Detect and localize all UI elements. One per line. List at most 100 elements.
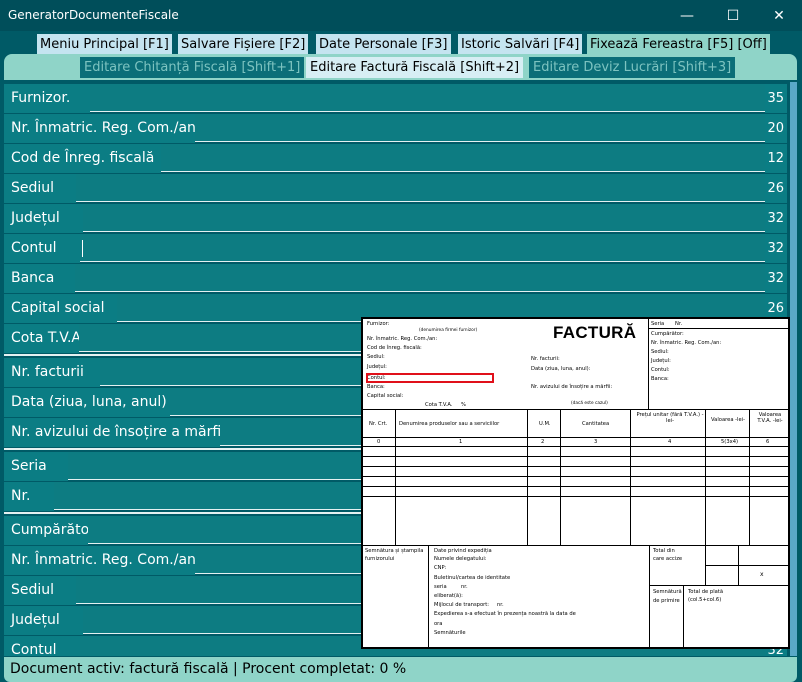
- active-field-highlight: [366, 373, 494, 383]
- close-button[interactable]: ✕: [756, 0, 802, 31]
- footer-divider: [705, 545, 706, 585]
- tab-receipt[interactable]: Editare Chitanță Fiscală [Shift+1]: [80, 57, 305, 78]
- form-row: Județul 32: [4, 204, 787, 234]
- preview-text: Nr.: [675, 321, 683, 327]
- vertical-scrollbar[interactable]: [790, 82, 797, 656]
- table-line: [363, 476, 788, 477]
- preview-text: CNP:: [434, 565, 447, 571]
- field-label: Furnizor.: [4, 84, 90, 113]
- preview-text: (col.5+col.6): [688, 597, 722, 603]
- preview-text: Nr. facturii:: [531, 356, 560, 362]
- preview-text: Total de plată: [688, 589, 724, 595]
- supplier-account-input[interactable]: [80, 234, 765, 262]
- preview-text: Buletinul/cartea de identitate: [434, 575, 511, 581]
- supplier-fiscal-code-input[interactable]: [161, 144, 765, 172]
- table-column-line: [705, 409, 706, 545]
- column-number: 0: [377, 439, 381, 445]
- footer-divider: [705, 565, 788, 566]
- column-header: Valoarea -lei-: [711, 417, 745, 423]
- supplier-input[interactable]: [90, 84, 765, 112]
- supplier-address-input[interactable]: [76, 174, 765, 202]
- preview-text: Banca:: [367, 384, 385, 390]
- char-counter: 20: [765, 114, 787, 143]
- document-tabs: Editare Chitanță Fiscală [Shift+1] Edita…: [4, 54, 797, 80]
- supplier-bank-input[interactable]: [75, 264, 765, 292]
- column-number: 6: [766, 439, 770, 445]
- preview-text: nr.: [461, 584, 468, 590]
- footer-divider: [683, 585, 684, 647]
- preview-text: Sediul:: [367, 354, 385, 360]
- char-counter: 32: [765, 204, 787, 233]
- field-label: Județul: [4, 204, 83, 233]
- preview-text: Data (ziua, luna, anul):: [531, 366, 591, 372]
- preview-text: nr.: [497, 602, 504, 608]
- preview-text: x: [760, 571, 764, 578]
- table-column-line: [527, 409, 528, 545]
- window-title: GeneratorDocumenteFiscale: [8, 8, 179, 22]
- preview-text: care accize: [653, 556, 683, 562]
- preview-text: Județul:: [651, 358, 671, 364]
- table-line: [363, 545, 788, 546]
- field-label: Cod de Înreg. fiscală: [4, 144, 161, 173]
- table-column-line: [560, 409, 561, 545]
- header-divider: [648, 319, 649, 409]
- field-label: Nr. Înmatric. Reg. Com./an: [4, 546, 196, 575]
- maximize-button[interactable]: ☐: [710, 0, 756, 31]
- field-label: Capital social: [4, 294, 117, 323]
- column-header: Prețul unitar (fără T.V.A.) -lei-: [636, 412, 704, 424]
- char-counter: 32: [765, 264, 787, 293]
- table-line: [363, 446, 788, 447]
- supplier-reg-com-input[interactable]: [195, 114, 765, 142]
- menu-history-button[interactable]: Istoric Salvări [F4]: [458, 34, 583, 55]
- footer-divider: [649, 545, 650, 647]
- table-column-line: [630, 409, 631, 545]
- footer-divider: [649, 585, 788, 586]
- field-label: Banca: [4, 264, 75, 293]
- char-counter: 32: [765, 234, 787, 263]
- column-number: 4: [668, 439, 672, 445]
- menu-main-button[interactable]: Meniu Principal [F1]: [37, 34, 172, 55]
- char-counter: 35: [765, 84, 787, 113]
- column-header: Denumirea produselor sau a serviciilor: [399, 421, 500, 427]
- tab-invoice[interactable]: Editare Factură Fiscală [Shift+2]: [306, 57, 524, 78]
- char-counter: 26: [765, 174, 787, 203]
- menu-save-files-button[interactable]: Salvare Fișiere [F2]: [178, 34, 309, 55]
- preview-text: Semnătura și ștampila: [365, 548, 424, 554]
- tab-estimate[interactable]: Editare Deviz Lucrări [Shift+3]: [529, 57, 736, 78]
- text-caret: [82, 240, 83, 257]
- table-line: [363, 496, 788, 497]
- preview-text: (dacă este cazul): [571, 401, 608, 406]
- header-divider: [648, 328, 788, 329]
- preview-text: Date privind expediția: [434, 548, 492, 554]
- table-line: [363, 437, 788, 438]
- field-label: Cumpărător: [4, 516, 95, 545]
- menu-pin-window-button[interactable]: Fixează Fereastra [F5] [Off]: [587, 34, 770, 55]
- preview-text: (denumirea firmei furnizor): [419, 328, 478, 333]
- field-label: Sediul: [4, 576, 76, 605]
- field-label: Cota T.V.A.: [4, 324, 85, 353]
- preview-text: Mijlocul de transport:: [434, 602, 490, 608]
- table-column-line: [395, 409, 396, 545]
- field-label: Contul: [4, 636, 80, 656]
- field-label: Seria: [4, 452, 68, 481]
- char-counter: 12: [765, 144, 787, 173]
- preview-text: Numele delegatului:: [434, 556, 487, 562]
- column-header: Valoarea T.V.A. -lei-: [757, 412, 783, 424]
- preview-text: Seria: [651, 321, 665, 327]
- field-label: Nr. facturii: [4, 358, 100, 387]
- menu-personal-data-button[interactable]: Date Personale [F3]: [316, 34, 451, 55]
- table-line: [363, 486, 788, 487]
- field-label: Nr. avizului de însoțire a mărfii: [4, 418, 225, 447]
- preview-text: ora: [434, 621, 443, 627]
- preview-text: Capital social:: [367, 393, 404, 399]
- preview-text: Județul:: [367, 364, 387, 370]
- table-line: [363, 466, 788, 467]
- field-label: Nr.: [4, 482, 54, 511]
- column-header: U.M.: [539, 421, 551, 427]
- minimize-button[interactable]: —: [664, 0, 710, 31]
- footer-divider: [428, 545, 429, 647]
- preview-text: Nr. înmatric. Reg. Com./an:: [367, 336, 438, 342]
- preview-text: eliberat(ă):: [434, 593, 463, 599]
- preview-text: Semnăturile: [434, 630, 466, 636]
- supplier-county-input[interactable]: [83, 204, 765, 232]
